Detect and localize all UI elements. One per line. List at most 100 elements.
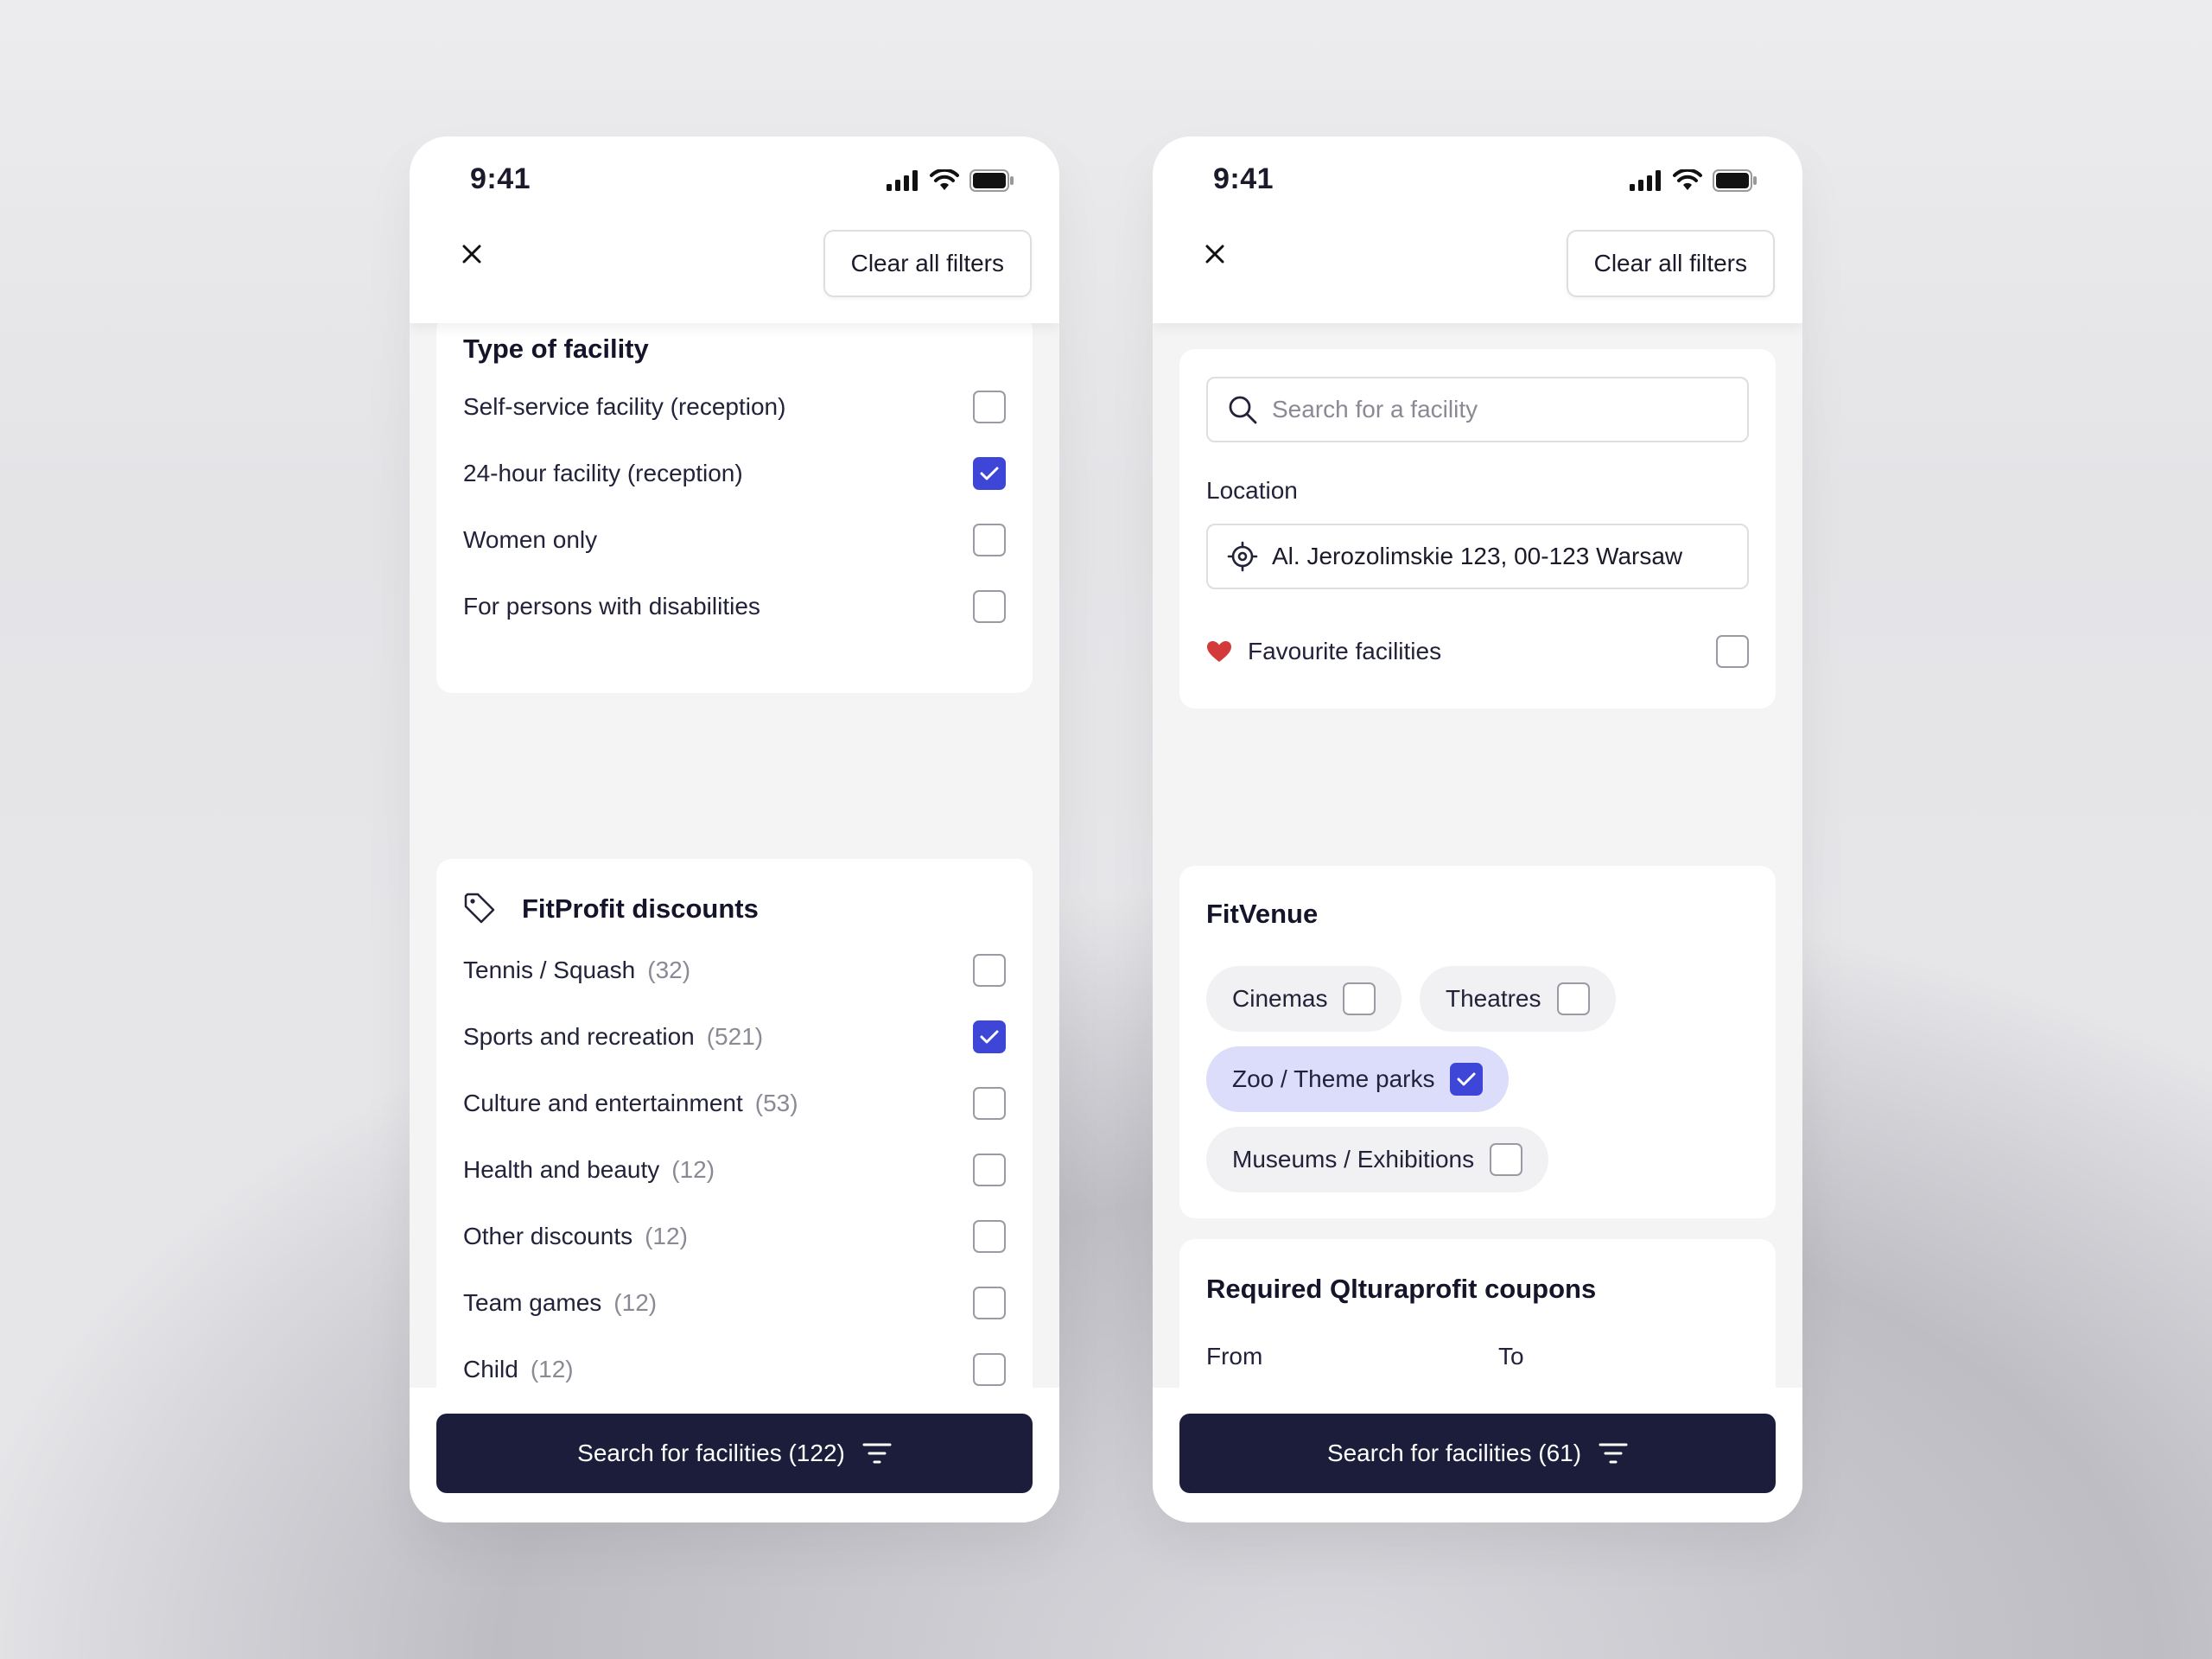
filters-content[interactable]: Search for a facility Location Al. Jeroz…	[1153, 323, 1802, 1522]
filter-label: Women only	[463, 526, 598, 553]
tag-icon	[463, 892, 496, 929]
filter-count: (12)	[530, 1356, 574, 1382]
search-input[interactable]: Search for a facility	[1206, 377, 1749, 442]
chip-label: Zoo / Theme parks	[1232, 1065, 1435, 1092]
type-of-facility-card: Type of facility Self-service facility (…	[436, 315, 1033, 693]
check-icon	[980, 467, 999, 480]
chip-zoo-theme-parks[interactable]: Zoo / Theme parks	[1206, 1046, 1510, 1112]
checkbox[interactable]	[1556, 982, 1590, 1015]
filter-count: (12)	[645, 1223, 688, 1249]
location-value: Al. Jerozolimskie 123, 00-123 Warsaw	[1272, 543, 1683, 569]
favourite-label: Favourite facilities	[1248, 638, 1442, 664]
fitvenue-card: FitVenue Cinemas Theatres Zoo / Theme pa…	[1179, 866, 1776, 1218]
filter-icon	[1599, 1443, 1628, 1464]
cellular-signal-icon	[1630, 170, 1661, 191]
filter-row-24-hour[interactable]: 24-hour facility (reception)	[463, 452, 1006, 495]
search-placeholder: Search for a facility	[1272, 396, 1478, 423]
filter-label: Culture and entertainment	[463, 1090, 743, 1116]
status-time: 9:41	[470, 162, 531, 195]
filter-label: Sports and recreation	[463, 1023, 695, 1050]
section-title: Required Qlturaprofit coupons	[1206, 1274, 1597, 1304]
filter-row-child[interactable]: Child (12)	[463, 1348, 1006, 1391]
search-button-label: Search for facilities (122)	[577, 1440, 845, 1466]
filter-label: Child	[463, 1356, 518, 1382]
filter-label: For persons with disabilities	[463, 593, 760, 620]
filter-count: (521)	[706, 1023, 764, 1050]
filter-row-women-only[interactable]: Women only	[463, 518, 1006, 562]
filter-row-other[interactable]: Other discounts (12)	[463, 1215, 1006, 1258]
checkbox[interactable]	[973, 590, 1006, 623]
to-label: To	[1498, 1343, 1524, 1370]
checkbox[interactable]	[973, 954, 1006, 987]
header: 9:41 Clear all filters	[1153, 137, 1802, 323]
filter-count: (12)	[613, 1289, 658, 1316]
filters-content[interactable]: Type of facility Self-service facility (…	[410, 315, 1059, 1522]
location-input[interactable]: Al. Jerozolimskie 123, 00-123 Warsaw	[1206, 524, 1749, 589]
check-icon	[1457, 1072, 1476, 1086]
close-button[interactable]	[448, 230, 496, 278]
checkbox[interactable]	[1490, 1143, 1523, 1176]
chip-museums-exhibitions[interactable]: Museums / Exhibitions	[1206, 1127, 1549, 1192]
section-title: Type of facility	[463, 334, 649, 364]
battery-icon	[1713, 169, 1757, 192]
checkbox[interactable]	[973, 391, 1006, 423]
chip-theatres[interactable]: Theatres	[1420, 966, 1616, 1032]
favourite-facilities-row[interactable]: Favourite facilities	[1206, 630, 1749, 673]
check-icon	[980, 1030, 999, 1044]
phone-screen-left: 9:41 Clear all filters Type of facility …	[410, 137, 1059, 1522]
filter-row-sports[interactable]: Sports and recreation (521)	[463, 1015, 1006, 1058]
filter-row-health[interactable]: Health and beauty (12)	[463, 1148, 1006, 1192]
filter-label: Self-service facility (reception)	[463, 393, 786, 420]
checkbox[interactable]	[1716, 635, 1749, 668]
from-label: From	[1206, 1343, 1263, 1370]
locate-target-icon	[1227, 541, 1258, 572]
search-facilities-button[interactable]: Search for facilities (61)	[1179, 1414, 1776, 1493]
checkbox[interactable]	[973, 1154, 1006, 1186]
clear-all-filters-button[interactable]: Clear all filters	[823, 230, 1032, 297]
filter-label: Team games	[463, 1289, 602, 1316]
phone-screen-right: 9:41 Clear all filters Search for a faci…	[1153, 137, 1802, 1522]
filter-count: (12)	[671, 1156, 715, 1183]
chip-label: Theatres	[1446, 985, 1541, 1012]
chip-label: Cinemas	[1232, 985, 1328, 1012]
footer: Search for facilities (61)	[1153, 1388, 1802, 1522]
filter-label: Tennis / Squash	[463, 957, 636, 983]
status-icons	[887, 169, 1014, 192]
filter-row-self-service[interactable]: Self-service facility (reception)	[463, 385, 1006, 429]
filter-row-tennis[interactable]: Tennis / Squash (32)	[463, 949, 1006, 992]
section-title: FitProfit discounts	[522, 893, 759, 924]
close-icon	[462, 245, 481, 264]
close-button[interactable]	[1191, 230, 1239, 278]
chip-cinemas[interactable]: Cinemas	[1206, 966, 1402, 1032]
filter-count: (32)	[647, 957, 691, 983]
checkbox[interactable]	[973, 524, 1006, 556]
checkbox[interactable]	[1343, 982, 1376, 1015]
filter-row-disabilities[interactable]: For persons with disabilities	[463, 585, 1006, 628]
battery-icon	[969, 169, 1014, 192]
header: 9:41 Clear all filters	[410, 137, 1059, 323]
checkbox[interactable]	[973, 1087, 1006, 1120]
checkbox[interactable]	[973, 1220, 1006, 1253]
wifi-icon	[1673, 169, 1702, 190]
filter-label: Other discounts	[463, 1223, 633, 1249]
section-title: FitVenue	[1206, 899, 1319, 929]
clear-all-filters-button[interactable]: Clear all filters	[1566, 230, 1775, 297]
filter-count: (53)	[754, 1090, 798, 1116]
checkbox-checked[interactable]	[973, 1020, 1006, 1053]
chip-label: Museums / Exhibitions	[1232, 1146, 1475, 1173]
wifi-icon	[930, 169, 959, 190]
filter-row-team-games[interactable]: Team games (12)	[463, 1281, 1006, 1325]
checkbox-checked[interactable]	[1450, 1063, 1484, 1096]
filter-label: 24-hour facility (reception)	[463, 460, 743, 486]
filter-label: Health and beauty	[463, 1156, 660, 1183]
checkbox-checked[interactable]	[973, 457, 1006, 490]
search-facilities-button[interactable]: Search for facilities (122)	[436, 1414, 1033, 1493]
filter-row-culture[interactable]: Culture and entertainment (53)	[463, 1082, 1006, 1125]
checkbox[interactable]	[973, 1353, 1006, 1386]
status-time: 9:41	[1213, 162, 1274, 195]
cellular-signal-icon	[887, 170, 918, 191]
location-label: Location	[1206, 477, 1298, 504]
footer: Search for facilities (122)	[410, 1388, 1059, 1522]
heart-icon	[1207, 641, 1231, 662]
checkbox[interactable]	[973, 1287, 1006, 1319]
